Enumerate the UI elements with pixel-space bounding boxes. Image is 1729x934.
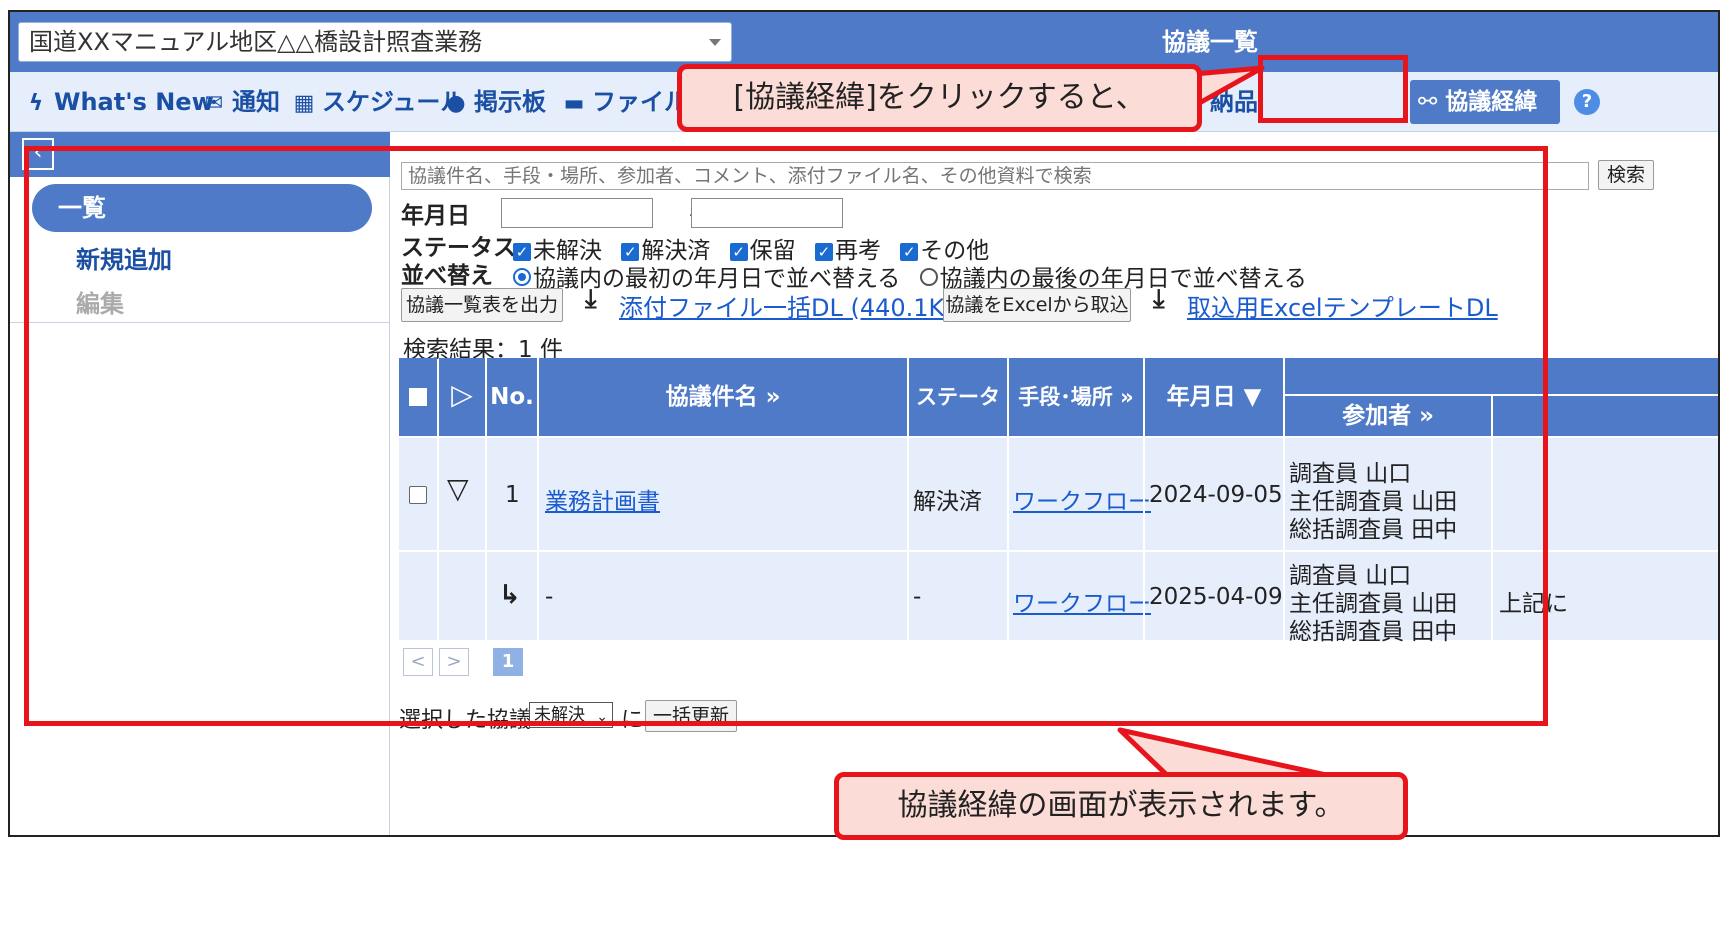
help-icon[interactable]: ? [1574,89,1600,115]
calendar-icon: ▦ [293,91,315,116]
nav-whats-new[interactable]: ϟ What's New [24,72,214,132]
workflow-icon: ⚯ [1418,89,1438,115]
nav-label: 通知 [232,88,280,116]
nav-label: What's New [54,88,214,116]
chevron-down-icon [709,39,721,46]
nav-label: 協議経緯 [1445,89,1538,115]
highlight-frame-nav [1258,55,1408,123]
callout-bottom: 協議経緯の画面が表示されます。 [834,772,1408,840]
nav-label: 掲示板 [474,88,546,116]
nav-label: スケジュール [322,88,465,116]
project-select-value: 国道XXマニュアル地区△△橋設計照査業務 [29,28,483,56]
lightning-icon: ϟ [28,91,44,116]
top-bar: 国道XXマニュアル地区△△橋設計照査業務 協議一覧 [10,12,1718,72]
nav-board[interactable]: ● 掲示板 [444,72,546,132]
chat-icon: ● [446,91,466,116]
project-select[interactable]: 国道XXマニュアル地区△△橋設計照査業務 [18,22,732,62]
cabinet-icon: ▬ [563,91,585,116]
envelope-icon: ✉ [204,91,224,116]
highlight-frame-content [24,146,1548,726]
callout-top: [協議経緯]をクリックすると、 [677,64,1202,132]
nav-notifications[interactable]: ✉ 通知 [202,72,280,132]
callout-pointer-top [1191,65,1265,109]
nav-schedule[interactable]: ▦ スケジュール [292,72,465,132]
nav-consultation-history[interactable]: ⚯ 協議経緯 [1410,80,1560,124]
search-button[interactable]: 検索 [1598,160,1654,190]
